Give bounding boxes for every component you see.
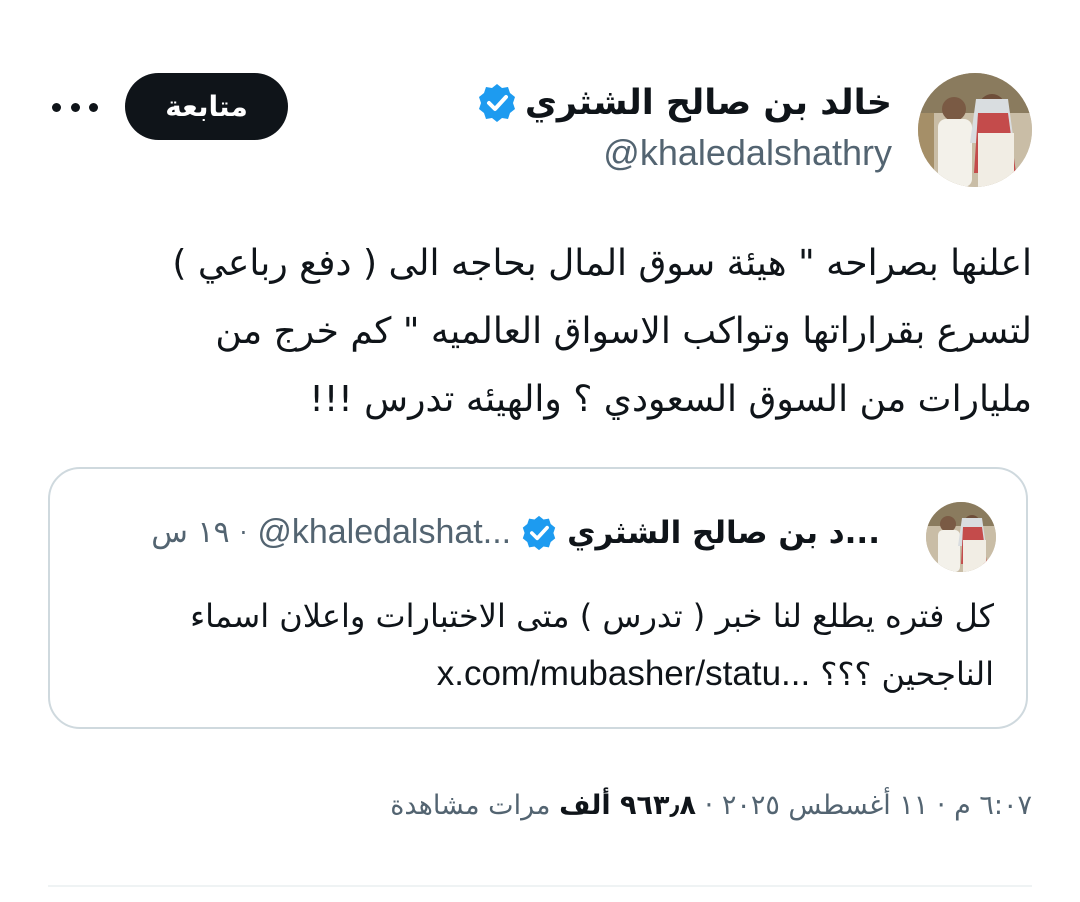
tweet-metadata: ٦:٠٧ م · ١١ أغسطس ٢٠٢٥ · ٩٦٣٫٨ ألف مرات … <box>390 790 1032 821</box>
quoted-text-line: كل فتره يطلع لنا خبر ( تدرس ) متى الاختب… <box>190 597 994 635</box>
verified-badge-icon <box>477 83 517 123</box>
divider <box>48 885 1032 887</box>
quoted-tweet-card[interactable]: ...د بن صالح الشثري @khaledalshat... · ١… <box>48 467 1028 729</box>
author-name-row: خالد بن صالح الشثري <box>477 80 892 126</box>
author-names: خالد بن صالح الشثري @khaledalshathry <box>477 80 892 174</box>
quoted-link[interactable]: x.com/mubasher/statu... <box>437 654 810 693</box>
quoted-text-line: الناجحين ؟؟؟ <box>820 655 994 693</box>
meta-separator: · <box>704 790 714 821</box>
author-display-name[interactable]: خالد بن صالح الشثري <box>525 80 892 126</box>
quoted-separator: · <box>239 518 248 547</box>
tweet-text: اعلنها بصراحه " هيئة سوق المال بحاجه الى… <box>47 230 1032 434</box>
more-options-icon[interactable] <box>52 92 98 122</box>
quoted-tweet-text: كل فتره يطلع لنا خبر ( تدرس ) متى الاختب… <box>74 587 994 703</box>
tweet-header: خالد بن صالح الشثري @khaledalshathry متا… <box>0 70 1080 190</box>
tweet-text-line: مليارات من السوق السعودي ؟ والهيئه تدرس … <box>309 379 1032 420</box>
tweet-date[interactable]: ١١ أغسطس ٢٠٢٥ <box>722 790 928 821</box>
author-handle[interactable]: @khaledalshathry <box>477 132 892 174</box>
views-count: ٩٦٣٫٨ ألف <box>559 790 697 821</box>
tweet-time[interactable]: ٦:٠٧ م <box>954 790 1032 821</box>
quoted-author-handle: @khaledalshat... <box>257 513 512 551</box>
more-dot <box>52 102 61 112</box>
author-avatar[interactable] <box>918 73 1032 187</box>
more-dot <box>70 102 80 112</box>
views-label: مرات مشاهدة <box>390 790 551 821</box>
quoted-timestamp: ١٩ س <box>151 515 230 550</box>
quoted-author-name: ...د بن صالح الشثري <box>567 514 880 551</box>
follow-button[interactable]: متابعة <box>125 73 288 140</box>
quoted-tweet-header: ...د بن صالح الشثري @khaledalshat... · ١… <box>151 513 880 552</box>
verified-badge-icon <box>521 515 557 551</box>
tweet-text-line: اعلنها بصراحه " هيئة سوق المال بحاجه الى… <box>172 243 1032 284</box>
meta-separator: · <box>936 790 946 821</box>
more-dot <box>89 102 98 112</box>
tweet-text-line: لتسرع بقراراتها وتواكب الاسواق العالميه … <box>215 311 1032 352</box>
quoted-author-avatar <box>926 502 996 572</box>
